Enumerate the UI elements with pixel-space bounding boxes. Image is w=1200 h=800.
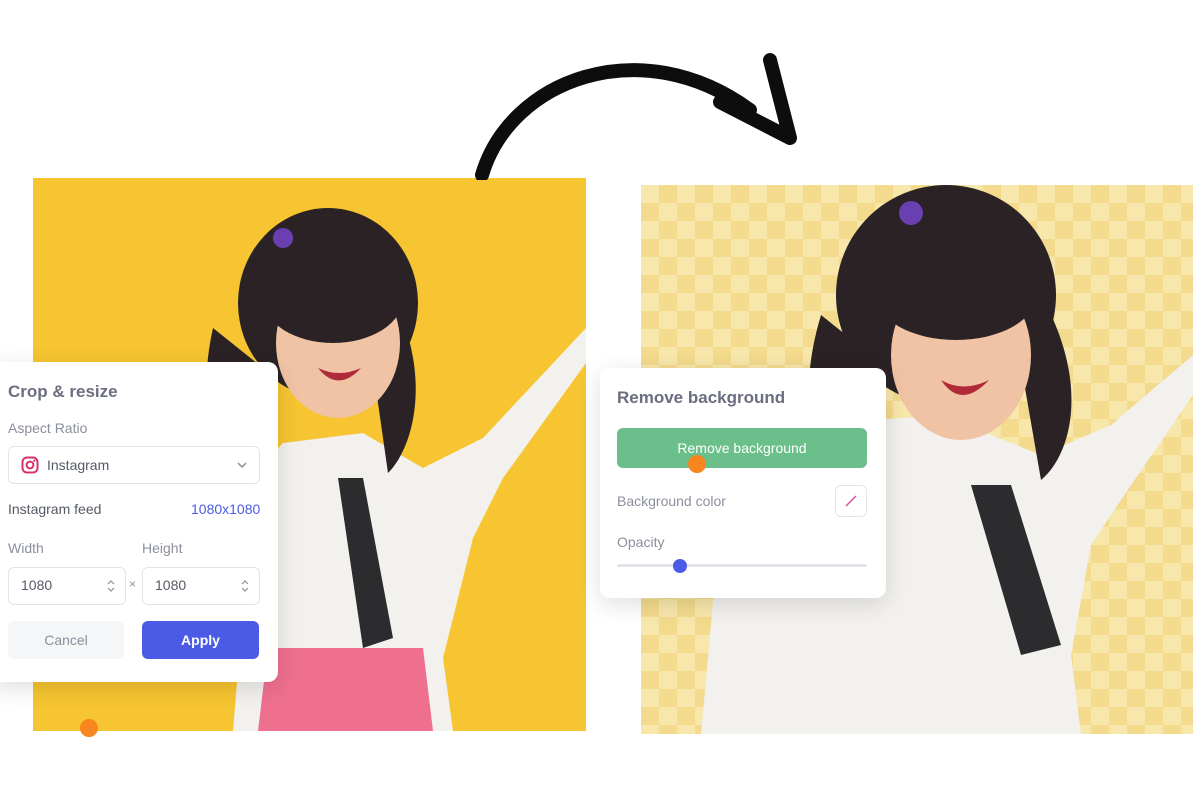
preset-size: 1080x1080 (191, 501, 261, 517)
width-input[interactable]: 1080 (8, 567, 126, 605)
stepper-icon[interactable] (241, 578, 249, 594)
width-label: Width (8, 540, 44, 556)
aspect-ratio-select[interactable]: Instagram (8, 446, 260, 484)
instagram-icon (21, 456, 39, 474)
cursor-dot (80, 719, 98, 737)
opacity-slider-track[interactable] (617, 564, 867, 567)
aspect-ratio-label: Aspect Ratio (8, 420, 88, 436)
remove-background-panel: Remove background Remove background Back… (600, 368, 886, 598)
preset-name: Instagram feed (8, 501, 102, 517)
remove-background-button[interactable]: Remove background (617, 428, 867, 468)
curved-arrow-icon (475, 53, 797, 180)
background-color-label: Background color (617, 493, 726, 509)
cancel-button[interactable]: Cancel (8, 621, 124, 659)
stepper-icon[interactable] (107, 578, 115, 594)
chevron-down-icon (237, 462, 247, 469)
cursor-dot (688, 455, 706, 473)
crop-panel-title: Crop & resize (8, 382, 118, 401)
height-label: Height (142, 540, 183, 556)
width-value: 1080 (21, 577, 53, 593)
apply-button[interactable]: Apply (142, 621, 259, 659)
crop-resize-panel: Crop & resize Aspect Ratio Instagram Ins… (0, 362, 278, 682)
height-input[interactable]: 1080 (142, 567, 260, 605)
no-color-icon (845, 495, 857, 507)
height-value: 1080 (155, 577, 187, 593)
opacity-label: Opacity (617, 534, 665, 550)
aspect-ratio-value: Instagram (47, 457, 110, 473)
bg-panel-title: Remove background (617, 388, 786, 407)
background-color-swatch[interactable] (835, 485, 867, 517)
times-sign: × (129, 577, 137, 591)
opacity-slider-handle[interactable] (672, 559, 687, 573)
